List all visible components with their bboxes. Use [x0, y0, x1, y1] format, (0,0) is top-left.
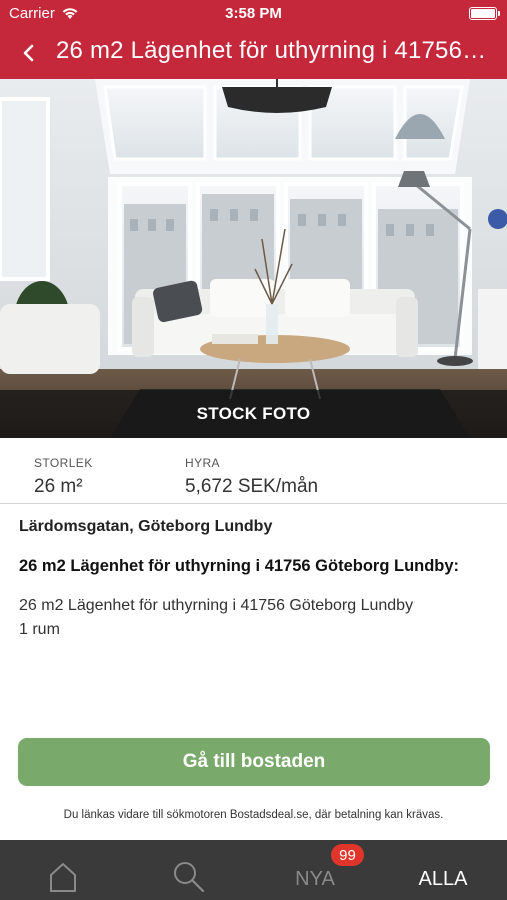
listing-photo: STOCK FOTO	[0, 79, 507, 438]
chevron-left-icon	[23, 44, 34, 62]
living-room-illustration	[0, 79, 507, 438]
battery-icon	[469, 7, 500, 20]
listing-headline: 26 m2 Lägenhet för uthyrning i 41756 Göt…	[19, 557, 460, 575]
stock-photo-label: STOCK FOTO	[0, 390, 507, 438]
back-button[interactable]	[14, 38, 44, 68]
new-count-badge: 99	[331, 844, 364, 866]
search-icon	[174, 862, 205, 893]
spec-size-label: STORLEK	[34, 456, 93, 470]
top-bar: Carrier 3:58 PM 26 m2 Lägenhet för uthyr…	[0, 0, 507, 79]
status-time: 3:58 PM	[225, 5, 282, 22]
spec-size-value: 26 m²	[34, 476, 83, 497]
go-to-listing-button[interactable]: Gå till bostaden	[18, 738, 490, 786]
listing-address: Lärdomsgatan, Göteborg Lundby	[19, 518, 273, 535]
spec-rent: HYRA 5,672 SEK/mån	[185, 456, 318, 498]
spec-rent-value: 5,672 SEK/mån	[185, 476, 319, 497]
tab-home[interactable]	[0, 840, 126, 900]
tab-bar: NYA ALLA	[0, 840, 507, 900]
listing-description: 26 m2 Lägenhet för uthyrning i 41756 Göt…	[19, 597, 414, 638]
spec-rent-label: HYRA	[185, 456, 220, 470]
tab-all-label: ALLA	[418, 867, 468, 890]
status-bar: Carrier 3:58 PM	[0, 0, 507, 28]
navigation-bar: 26 m2 Lägenhet för uthyrning i 41756 Göt…	[0, 30, 507, 76]
tab-all[interactable]: ALLA	[380, 840, 506, 900]
spec-size: STORLEK 26 m²	[34, 456, 93, 498]
listing-details: Lärdomsgatan, Göteborg Lundby 26 m2 Läge…	[19, 518, 488, 642]
tab-new-label: NYA	[295, 867, 335, 890]
tab-search[interactable]	[126, 840, 252, 900]
specs-row: STORLEK 26 m² HYRA 5,672 SEK/mån	[0, 438, 507, 504]
home-icon	[50, 863, 76, 892]
disclaimer-text: Du länkas vidare till sökmotoren Bostads…	[63, 809, 444, 821]
page-title: 26 m2 Lägenhet för uthyrning i 41756 Göt…	[56, 37, 493, 64]
